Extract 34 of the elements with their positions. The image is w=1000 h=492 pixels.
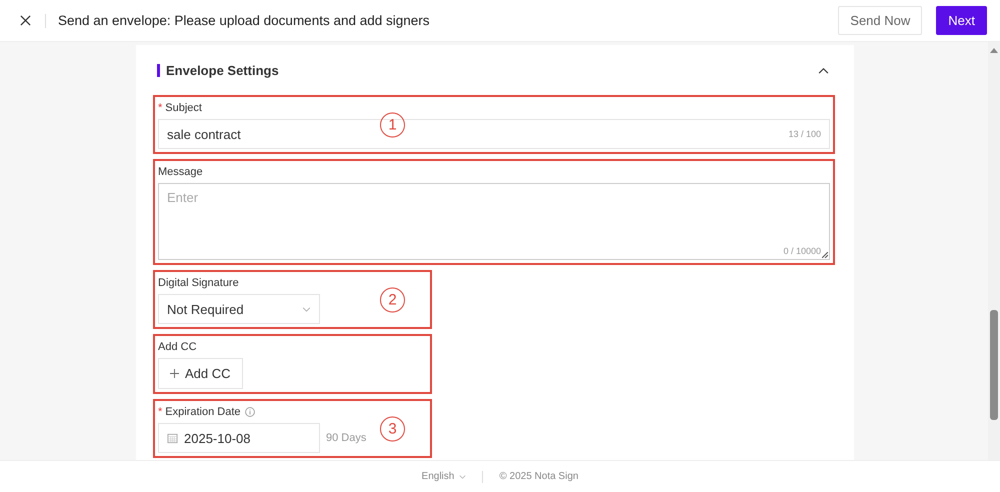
callout-number: 1	[380, 112, 405, 137]
page-title: Send an envelope: Please upload documents and add signers	[58, 13, 430, 28]
signature-dropdown[interactable]: Not Required	[158, 294, 320, 324]
copyright-text: © 2025 Nota Sign	[499, 471, 578, 482]
character-count: 13 / 100	[788, 129, 821, 139]
calendar-icon	[167, 432, 178, 444]
caret-icon	[459, 474, 466, 478]
required-mark: *	[158, 406, 162, 418]
send-now-button[interactable]: Send Now	[838, 6, 922, 35]
field-label: Add CC	[158, 340, 197, 352]
close-icon[interactable]	[20, 15, 31, 26]
date-field[interactable]: 2025-10-08	[158, 423, 320, 453]
scroll-up-icon[interactable]	[990, 48, 998, 53]
language-selector[interactable]: English	[422, 471, 466, 482]
chevron-icon[interactable]	[818, 66, 829, 74]
scrollbar-thumb[interactable]	[990, 310, 998, 420]
scrollbar-track[interactable]	[988, 42, 1000, 460]
duration-text: 90 Days	[326, 432, 366, 444]
field-label: Digital Signature	[158, 276, 239, 288]
field-label: Expiration Date	[165, 406, 240, 418]
accent-bar	[157, 64, 160, 76]
required-mark: *	[158, 102, 162, 114]
callout-number: 2	[380, 287, 405, 312]
field-label: Subject	[165, 102, 202, 114]
section-title: Envelope Settings	[166, 62, 279, 78]
resize-handle-icon[interactable]	[822, 252, 828, 258]
next-button[interactable]: Next	[936, 6, 987, 35]
caret-icon	[302, 306, 311, 312]
info-icon[interactable]	[244, 406, 254, 416]
add-cc-button[interactable]: Add CC	[158, 358, 243, 389]
field-label: Message	[158, 166, 203, 178]
character-count: 0 / 10000	[783, 246, 821, 256]
callout-number: 3	[380, 416, 405, 441]
plus-icon	[170, 369, 179, 378]
